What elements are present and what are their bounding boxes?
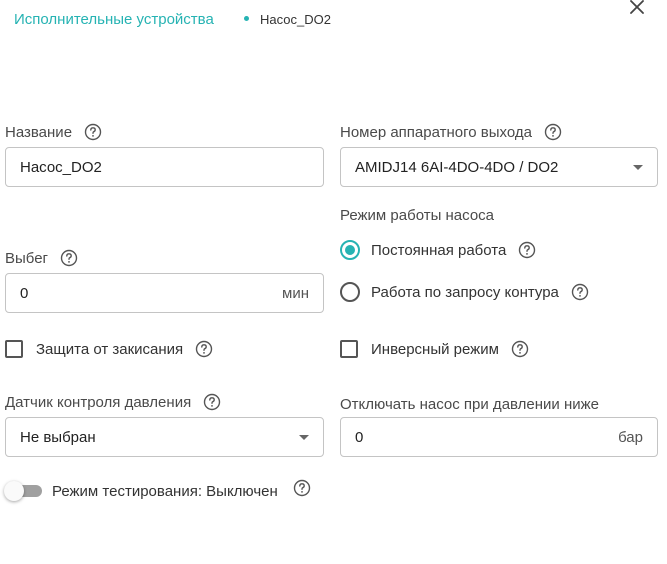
help-icon[interactable]	[60, 249, 78, 267]
hardware-output-label: Номер аппаратного выхода	[340, 123, 532, 141]
toggle-knob	[4, 481, 24, 501]
chevron-down-icon	[633, 164, 643, 170]
help-icon[interactable]	[293, 479, 311, 497]
anti-seize-label: Защита от закисания	[36, 340, 184, 358]
chevron-down-icon	[299, 434, 309, 440]
runout-unit: мин	[282, 284, 309, 302]
inverse-checkbox[interactable]	[340, 340, 358, 358]
pressure-sensor-label-row: Датчик контроля давления	[5, 393, 221, 411]
close-icon	[630, 0, 644, 14]
hardware-output-select[interactable]: AMIDJ14 6AI-4DO-4DO / DO2	[340, 147, 658, 187]
hardware-output-label-row: Номер аппаратного выхода	[340, 123, 562, 141]
help-icon[interactable]	[571, 283, 589, 301]
close-button[interactable]	[627, 0, 647, 17]
pump-mode-option-label: Постоянная работа	[371, 241, 507, 259]
pump-mode-option-on-demand[interactable]: Работа по запросу контура	[340, 282, 589, 302]
name-label: Название	[5, 123, 73, 141]
pressure-cutoff-input[interactable]: 0 бар	[340, 417, 658, 457]
name-input-value: Насос_DO2	[20, 158, 102, 176]
help-icon[interactable]	[518, 241, 536, 259]
inverse-checkbox-row[interactable]: Инверсный режим	[340, 340, 529, 358]
pressure-cutoff-value: 0	[355, 428, 364, 446]
runout-input-value: 0	[20, 284, 29, 302]
pump-mode-option-label: Работа по запросу контура	[371, 283, 559, 301]
runout-input[interactable]: 0 мин	[5, 273, 324, 313]
breadcrumb-current: Насос_DO2	[260, 12, 331, 27]
breadcrumb-separator	[244, 16, 249, 21]
help-icon[interactable]	[544, 123, 562, 141]
anti-seize-checkbox-row[interactable]: Защита от закисания	[5, 340, 213, 358]
help-icon[interactable]	[84, 123, 102, 141]
help-icon[interactable]	[203, 393, 221, 411]
pressure-sensor-select[interactable]: Не выбран	[5, 417, 324, 457]
runout-label: Выбег	[5, 249, 49, 267]
radio-checked-icon[interactable]	[340, 240, 360, 260]
inverse-label: Инверсный режим	[371, 340, 499, 358]
test-mode-label: Режим тестирования: Выключен	[52, 482, 278, 500]
pressure-sensor-value: Не выбран	[20, 428, 96, 446]
anti-seize-checkbox[interactable]	[5, 340, 23, 358]
pump-mode-option-constant[interactable]: Постоянная работа	[340, 240, 536, 260]
runout-label-row: Выбег	[5, 249, 78, 267]
help-icon[interactable]	[195, 340, 213, 358]
test-mode-toggle[interactable]	[4, 481, 42, 501]
breadcrumb-parent-link[interactable]: Исполнительные устройства	[14, 11, 214, 28]
radio-unchecked-icon[interactable]	[340, 282, 360, 302]
pressure-cutoff-label-text: Отключать насос при давлении ниже	[340, 396, 599, 413]
help-icon[interactable]	[511, 340, 529, 358]
pressure-sensor-label: Датчик контроля давления	[5, 393, 192, 411]
name-label-row: Название	[5, 123, 102, 141]
pressure-cutoff-unit: бар	[618, 428, 643, 446]
pressure-cutoff-label: Отключать насос при давлении ниже	[340, 396, 599, 413]
test-mode-row: Режим тестирования: Выключен	[4, 479, 311, 501]
name-input[interactable]: Насос_DO2	[5, 147, 324, 187]
hardware-output-value: AMIDJ14 6AI-4DO-4DO / DO2	[355, 158, 559, 176]
pump-mode-label: Режим работы насоса	[340, 207, 494, 224]
pump-mode-label-text: Режим работы насоса	[340, 207, 494, 224]
